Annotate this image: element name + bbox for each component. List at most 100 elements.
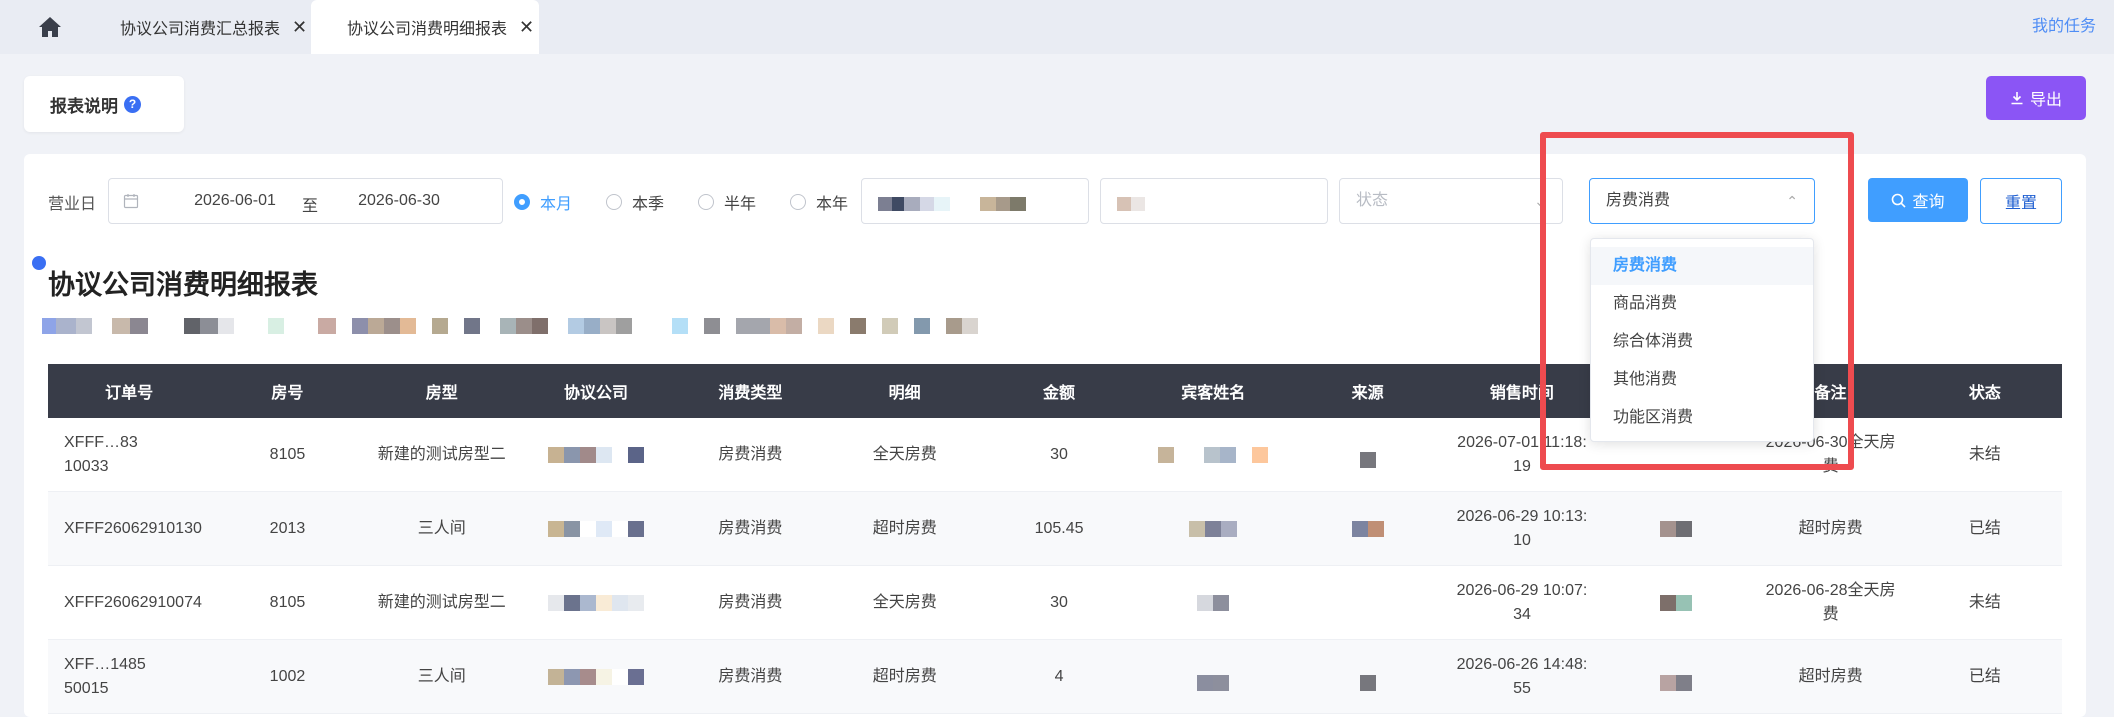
date-start[interactable]: 2026-06-01: [175, 192, 295, 210]
room-link[interactable]: 1002: [210, 640, 364, 713]
cell-source-redacted: [1291, 492, 1445, 565]
report-description-label: 报表说明: [50, 96, 118, 116]
cell-remark: 2026-06-28全天房 费: [1765, 581, 1896, 623]
header-guest-name: 宾客姓名: [1181, 385, 1246, 402]
cell-sale-time: 2026-06-29 10:13: 10: [1456, 507, 1588, 549]
cell-guest-redacted: [1136, 640, 1290, 713]
header-order-no: 订单号: [105, 385, 154, 402]
cell-order-no: XFFF26062910130: [64, 519, 202, 537]
close-icon[interactable]: ✕: [519, 18, 534, 36]
header-source: 来源: [1351, 385, 1384, 402]
radio-this-quarter[interactable]: 本季: [606, 190, 664, 214]
header-amount: 金额: [1042, 385, 1075, 402]
close-icon[interactable]: ✕: [292, 18, 307, 36]
cell-source-redacted: [1291, 418, 1445, 491]
redacted-value: [548, 594, 645, 611]
query-button[interactable]: 查询: [1868, 178, 1968, 222]
cell-guest-redacted: [1136, 418, 1290, 491]
header-company: 协议公司: [564, 385, 629, 402]
table-row: XFF…1485 50015 1002 三人间 房费消费 超时房费 4 2026…: [48, 640, 2062, 714]
redacted-value: [1660, 674, 1693, 691]
radio-this-year[interactable]: 本年: [790, 190, 848, 214]
radio-half-year[interactable]: 半年: [698, 190, 756, 214]
tab-bar: 协议公司消费汇总报表 ✕ 协议公司消费明细报表 ✕ 我的任务: [0, 0, 2114, 54]
cell-detail: 全天房费: [872, 445, 937, 463]
cell-company-redacted: [519, 418, 673, 491]
cell-room-type: 三人间: [417, 519, 466, 537]
cell-amount: 30: [1050, 445, 1068, 463]
export-label: 导出: [2029, 92, 2062, 109]
cell-company-redacted: [519, 640, 673, 713]
radio-label: 本季: [632, 196, 665, 213]
redacted-value: [1660, 594, 1693, 611]
cell-sale-time: 2026-06-26 14:48: 55: [1456, 655, 1588, 697]
table-row: XFFF26062910074 8105 新建的测试房型二 房费消费 全天房费 …: [48, 566, 2062, 640]
consumption-type-value: 房费消费: [1606, 192, 1671, 209]
cell-status: 已结: [1968, 519, 2001, 537]
room-link[interactable]: 8105: [210, 418, 364, 491]
redacted-value: [548, 668, 645, 685]
redacted-value: [1351, 520, 1384, 537]
redacted-value: [1189, 520, 1238, 537]
reset-button[interactable]: 重置: [1980, 178, 2062, 224]
cell-order-no: XFFF26062910074: [64, 593, 202, 611]
option-function-area[interactable]: 功能区消费: [1591, 399, 1813, 437]
cell-guest-redacted: [1136, 566, 1290, 639]
calendar-icon: [123, 194, 139, 209]
home-button[interactable]: [30, 10, 70, 44]
radio-label: 半年: [724, 196, 757, 213]
redacted-value: [1197, 674, 1230, 691]
help-icon[interactable]: ?: [124, 95, 141, 113]
cell-detail: 超时房费: [872, 667, 937, 685]
cell-detail: 超时房费: [872, 519, 937, 537]
date-separator: 至: [301, 198, 318, 215]
redacted-value: [548, 520, 645, 537]
tab-detail-report[interactable]: 协议公司消费明细报表 ✕: [311, 0, 539, 54]
report-title: 协议公司消费明细报表: [48, 270, 318, 300]
option-other[interactable]: 其他消费: [1591, 361, 1813, 399]
redacted-value: [1117, 197, 1145, 211]
title-marker: [32, 256, 46, 270]
tab-summary-report[interactable]: 协议公司消费汇总报表 ✕: [90, 0, 312, 54]
guest-select[interactable]: [1100, 178, 1328, 224]
export-button[interactable]: 导出: [1986, 76, 2086, 120]
cell-hidden-redacted: [1599, 640, 1753, 713]
header-consumption-type: 消费类型: [718, 385, 783, 402]
header-sale-time: 销售时间: [1489, 385, 1554, 402]
chevron-up-icon: ⌃: [1786, 193, 1798, 209]
cell-remark: 超时房费: [1798, 667, 1863, 685]
date-range-picker[interactable]: 2026-06-01 至 2026-06-30: [108, 178, 503, 224]
report-description[interactable]: 报表说明 ?: [24, 76, 184, 132]
cell-order-no: XFFF…83 10033: [64, 433, 138, 475]
radio-label: 本月: [540, 196, 573, 213]
cell-consumption-type: 房费消费: [718, 519, 783, 537]
cell-room-type: 三人间: [417, 667, 466, 685]
option-complex[interactable]: 综合体消费: [1591, 323, 1813, 361]
status-select[interactable]: 状态 ⌄: [1339, 178, 1563, 224]
option-room-fee[interactable]: 房费消费: [1591, 247, 1813, 285]
redacted-value: [878, 197, 1026, 211]
room-link[interactable]: 8105: [210, 566, 364, 639]
redacted-value: [1158, 446, 1269, 463]
date-end[interactable]: 2026-06-30: [339, 192, 459, 210]
consumption-type-select[interactable]: 房费消费 ⌃: [1589, 178, 1815, 224]
radio-this-month[interactable]: 本月: [514, 190, 572, 214]
search-icon: [1892, 193, 1907, 208]
home-icon: [39, 17, 61, 37]
room-link[interactable]: 2013: [210, 492, 364, 565]
radio-dot: [606, 194, 622, 210]
company-select[interactable]: [861, 178, 1089, 224]
cell-source: [1291, 566, 1445, 639]
status-placeholder: 状态: [1356, 192, 1389, 209]
cell-hidden-redacted: [1599, 566, 1753, 639]
cell-sale-time: 2026-07-01 11:18: 19: [1457, 433, 1587, 475]
option-goods[interactable]: 商品消费: [1591, 285, 1813, 323]
redacted-summary: [42, 318, 978, 334]
tab-label: 协议公司消费汇总报表: [120, 21, 281, 38]
cell-amount: 105.45: [1034, 519, 1084, 537]
cell-remark: 超时房费: [1798, 519, 1863, 537]
business-day-label: 营业日: [48, 196, 97, 213]
radio-dot: [514, 194, 530, 210]
my-tasks-link[interactable]: 我的任务: [2032, 12, 2096, 36]
redacted-value: [548, 446, 645, 463]
